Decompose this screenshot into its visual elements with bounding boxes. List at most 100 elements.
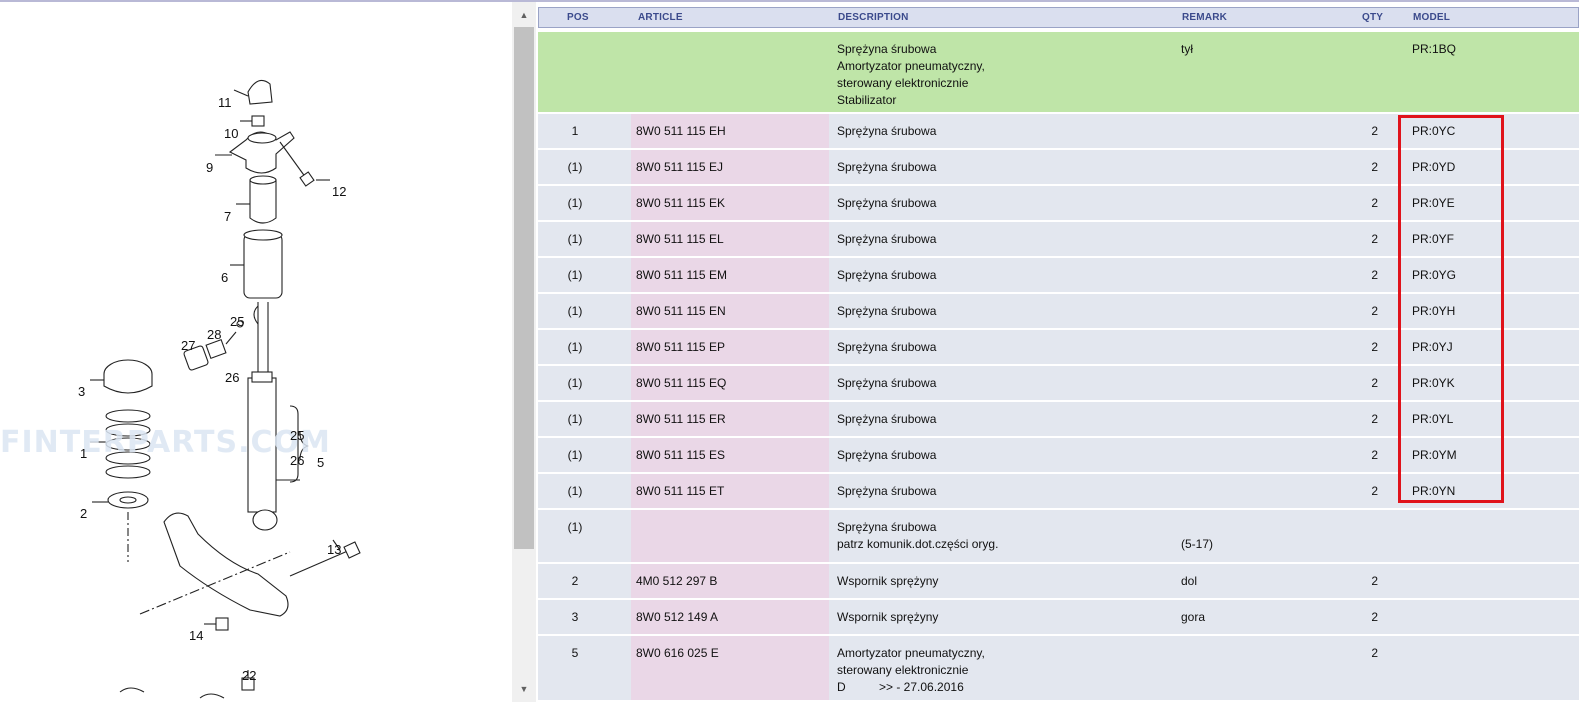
article-link[interactable]: 8W0 511 115 EL (636, 231, 724, 248)
part-nut (251, 115, 265, 127)
pos-cell: (1) (567, 448, 583, 462)
header-model[interactable]: MODEL (1413, 12, 1450, 23)
article-link[interactable]: 8W0 511 115 ET (636, 483, 724, 500)
qty-cell: 2 (1371, 196, 1378, 210)
qty-cell: 2 (1371, 304, 1378, 318)
highlight-box-models (1398, 115, 1504, 503)
article-link[interactable]: 8W0 511 115 EN (636, 303, 726, 320)
callout-label[interactable]: 28 (207, 327, 221, 342)
description-cell: Sprężyna śrubowa (837, 196, 937, 210)
chevron-up-icon[interactable]: ▲ (512, 4, 536, 26)
callout-label[interactable]: 22 (242, 668, 256, 683)
article-link[interactable]: 8W0 511 115 EH (636, 123, 726, 140)
header-remark[interactable]: REMARK (1182, 12, 1227, 23)
callout-label[interactable]: 12 (332, 184, 346, 199)
pos-cell: (1) (567, 340, 583, 354)
part-air-spring (243, 233, 283, 299)
callout-label[interactable]: 13 (327, 542, 341, 557)
article-link[interactable]: 8W0 511 115 EP (636, 339, 725, 356)
table-header: POS ARTICLE DESCRIPTION REMARK QTY MODEL (538, 7, 1579, 28)
article-link[interactable]: 8W0 616 025 E (636, 645, 719, 662)
remark-cell: dol (1181, 574, 1198, 588)
description-cell: Sprężyna śrubowa (837, 412, 937, 426)
exploded-parts-diagram: FINTERPARTS.COM 11 10 9 12 7 6 25 28 27 26 3 1 2 25 26… (0, 2, 512, 702)
article-link[interactable]: 4M0 512 297 B (636, 573, 717, 590)
qty-cell: 2 (1371, 376, 1378, 390)
remark-cell: gora (1181, 610, 1206, 624)
pos-cell: (1) (567, 484, 583, 498)
callout-label[interactable]: 25 (290, 428, 304, 443)
table-row[interactable]: Sprężyna śrubowa Amortyzator pneumatyczn… (538, 32, 1579, 112)
qty-cell: 2 (1371, 160, 1378, 174)
qty-cell: 2 (1371, 232, 1378, 246)
callout-label[interactable]: 26 (290, 453, 304, 468)
chevron-down-icon[interactable]: ▼ (512, 678, 536, 700)
callout-label[interactable]: 26 (225, 370, 239, 385)
pos-cell: (1) (567, 160, 583, 174)
header-description[interactable]: DESCRIPTION (838, 12, 909, 23)
table-row[interactable]: (1) Sprężyna śrubowa patrz komunik.dot.cz… (538, 510, 1579, 562)
qty-cell: 2 (1371, 448, 1378, 462)
callout-label[interactable]: 9 (206, 160, 213, 175)
article-link[interactable]: 8W0 511 115 EM (636, 267, 727, 284)
part-cap (247, 79, 273, 105)
qty-cell: 2 (1371, 574, 1378, 588)
description-cell: Sprężyna śrubowa (837, 376, 937, 390)
table-row[interactable]: 5 8W0 616 025 E Amortyzator pneumatyczny, … (538, 636, 1579, 700)
callout-label[interactable]: 11 (218, 95, 232, 110)
description-cell: Wspornik sprężyny (837, 610, 939, 624)
model-cell: PR:1BQ (1412, 42, 1457, 56)
pos-cell: (1) (567, 376, 583, 390)
diagram-scrollbar[interactable]: ▲ ▼ (512, 2, 536, 702)
callout-label[interactable]: 2 (80, 506, 87, 521)
pos-cell: (1) (567, 232, 583, 246)
description-cell: Sprężyna śrubowa (837, 268, 937, 282)
qty-cell: 2 (1371, 484, 1378, 498)
article-cell-bg (631, 32, 829, 112)
article-link[interactable]: 8W0 512 149 A (636, 609, 718, 626)
callout-label[interactable]: 5 (317, 455, 324, 470)
description-cell: Sprężyna śrubowa patrz komunik.dot.częśc… (837, 520, 999, 551)
callout-label[interactable]: 14 (189, 628, 203, 643)
callout-label[interactable]: 27 (181, 338, 195, 353)
table-row[interactable]: 2 4M0 512 297 B Wspornik sprężyny dol 2 (538, 564, 1579, 598)
header-qty[interactable]: QTY (1362, 12, 1383, 23)
description-cell: Amortyzator pneumatyczny, sterowany elek… (837, 646, 985, 694)
pos-cell: (1) (567, 304, 583, 318)
callout-label[interactable]: 7 (224, 209, 231, 224)
description-cell: Sprężyna śrubowa (837, 304, 937, 318)
description-cell: Sprężyna śrubowa (837, 448, 937, 462)
article-link[interactable]: 8W0 511 115 ER (636, 411, 726, 428)
callout-label[interactable]: 1 (80, 446, 87, 461)
remark-cell: (5-17) (1181, 537, 1214, 551)
article-link[interactable]: 8W0 511 115 EQ (636, 375, 726, 392)
scrollbar-thumb[interactable] (514, 27, 534, 549)
callout-label[interactable]: 10 (224, 126, 238, 141)
watermark-logo: FINTERPARTS.COM (0, 425, 331, 460)
description-cell: Sprężyna śrubowa (837, 340, 937, 354)
pos-cell: 1 (571, 124, 579, 138)
article-link[interactable]: 8W0 511 115 EJ (636, 159, 723, 176)
pos-cell: (1) (567, 268, 583, 282)
qty-cell: 2 (1371, 268, 1378, 282)
header-article[interactable]: ARTICLE (638, 12, 683, 23)
qty-cell: 2 (1371, 340, 1378, 354)
description-cell: Sprężyna śrubowa (837, 124, 937, 138)
qty-cell: 2 (1371, 610, 1378, 624)
article-link[interactable]: 8W0 511 115 ES (636, 447, 725, 464)
pos-cell: (1) (567, 196, 583, 210)
table-row[interactable]: 3 8W0 512 149 A Wspornik sprężyny gora 2 (538, 600, 1579, 634)
suspension-diagram-svg (90, 79, 361, 699)
callout-label[interactable]: 3 (78, 384, 85, 399)
callout-label[interactable]: 6 (221, 270, 228, 285)
callout-label[interactable]: 25 (230, 314, 244, 329)
description-cell: Wspornik sprężyny (837, 574, 939, 588)
description-cell: Sprężyna śrubowa (837, 160, 937, 174)
header-pos[interactable]: POS (567, 12, 589, 23)
description-cell: Sprężyna śrubowa (837, 232, 937, 246)
article-link[interactable]: 8W0 511 115 EK (636, 195, 725, 212)
qty-cell: 2 (1371, 124, 1378, 138)
pos-cell: (1) (567, 412, 583, 426)
description-cell: Sprężyna śrubowa (837, 484, 937, 498)
pos-cell: 3 (571, 610, 579, 624)
